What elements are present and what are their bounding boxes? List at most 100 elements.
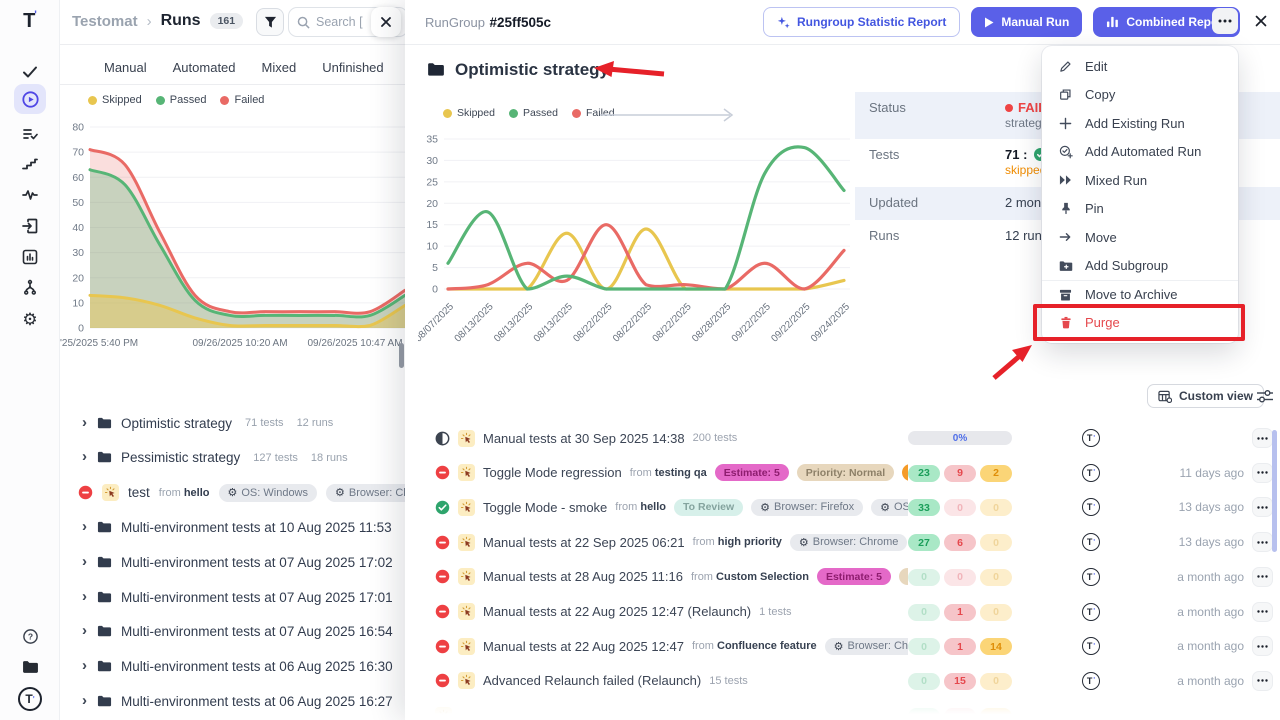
svg-text:09/22/2025: 09/22/2025 <box>769 301 812 344</box>
folder-icon <box>97 659 112 674</box>
skipped-count: 2 <box>980 465 1012 482</box>
pulse-activity-icon[interactable] <box>0 183 60 207</box>
tab-mixed[interactable]: Mixed <box>262 60 297 75</box>
run-row[interactable]: Manual tests at 30 Sep 2025 14:38200 tes… <box>405 427 1280 449</box>
menu-item-mixed-run[interactable]: Mixed Run <box>1042 166 1238 195</box>
left-list-folder-row[interactable]: ›Optimistic strategy71 tests12 runs <box>60 411 460 435</box>
left-list-folder-row[interactable]: ›Multi-environment tests at 07 Aug 2025 … <box>60 620 460 644</box>
panel-close-button[interactable] <box>1254 14 1268 28</box>
chevron-right-icon[interactable]: › <box>82 553 87 570</box>
menu-item-edit[interactable]: Edit <box>1042 52 1238 81</box>
legend-item-skipped[interactable]: Skipped <box>88 94 142 106</box>
chevron-right-icon[interactable]: › <box>82 588 87 605</box>
close-icon <box>1254 14 1268 28</box>
folder-icon <box>427 61 445 79</box>
left-list-run-row[interactable]: testfrom hello⚙OS: Windows⚙Browser: Chro… <box>60 481 460 505</box>
manual-run-button[interactable]: Manual Run <box>971 7 1082 37</box>
tests-check-icon[interactable] <box>0 60 60 84</box>
run-more-button[interactable] <box>1252 497 1273 517</box>
analytics-icon[interactable] <box>0 245 60 269</box>
legend-item-skipped[interactable]: Skipped <box>443 107 495 119</box>
breadcrumb: Testomat › Runs 161 <box>72 12 243 30</box>
gear-icon: ⚙ <box>228 486 238 499</box>
run-more-button[interactable] <box>1252 567 1273 587</box>
ellipsis-icon <box>1257 610 1268 613</box>
run-row[interactable]: Toggle Mode regressionfrom testing qaEst… <box>405 462 1280 484</box>
left-list-folder-row[interactable]: ›Multi-environment tests at 07 Aug 2025 … <box>60 585 460 609</box>
legend-item-passed[interactable]: Passed <box>156 94 207 106</box>
bar-chart-icon <box>1106 16 1119 28</box>
panel-scrollbar[interactable] <box>1272 430 1277 552</box>
check-plus-icon <box>1058 145 1073 159</box>
svg-text:30: 30 <box>426 155 438 167</box>
legend-item-failed[interactable]: Failed <box>220 94 264 106</box>
help-icon[interactable]: ? <box>0 624 60 648</box>
menu-item-move[interactable]: Move <box>1042 223 1238 252</box>
manual-test-icon <box>458 672 475 689</box>
breadcrumb-app[interactable]: Testomat <box>72 13 138 30</box>
runs-play-icon[interactable] <box>0 87 60 111</box>
profile-avatar-icon[interactable]: T' <box>0 686 60 712</box>
run-row[interactable]: Manual tests at 28 Aug 2025 11:16from Cu… <box>405 566 1280 588</box>
projects-folder-icon[interactable] <box>0 655 60 679</box>
menu-item-pin[interactable]: Pin <box>1042 195 1238 224</box>
settings-gear-icon[interactable]: ⚙ <box>0 308 60 332</box>
import-run-icon[interactable] <box>0 214 60 238</box>
tab-unfinished[interactable]: Unfinished <box>322 60 383 75</box>
branch-icon[interactable] <box>0 276 60 300</box>
manual-test-icon <box>458 464 475 481</box>
chevron-right-icon[interactable]: › <box>82 448 87 465</box>
search-clear-button[interactable] <box>371 7 401 37</box>
run-more-button[interactable] <box>1252 428 1273 448</box>
plus-icon <box>1058 117 1073 130</box>
left-column-scrollbar[interactable] <box>399 343 404 368</box>
svg-text:60: 60 <box>72 172 84 184</box>
milestones-steps-icon[interactable] <box>0 152 60 176</box>
legend-item-passed[interactable]: Passed <box>509 107 558 119</box>
rungroup-chart-legend: SkippedPassedFailed <box>443 107 615 119</box>
testomat-logo-icon[interactable]: T' <box>0 8 60 34</box>
left-list-folder-row[interactable]: ›Multi-environment tests at 06 Aug 2025 … <box>60 655 460 679</box>
copy-icon <box>1058 88 1073 101</box>
tab-automated[interactable]: Automated <box>173 60 236 75</box>
run-row[interactable]: Toggle Mode - smokefrom helloTo Review⚙B… <box>405 496 1280 518</box>
filter-button[interactable] <box>256 8 284 36</box>
rungroup-statistic-report-button[interactable]: Rungroup Statistic Report <box>763 7 960 37</box>
run-row[interactable]: Manual tests at 22 Aug 2025 12:47 (Relau… <box>405 601 1280 623</box>
run-more-button[interactable] <box>1252 671 1273 691</box>
run-row[interactable]: Manual tests at 22 Sep 2025 06:21from hi… <box>405 531 1280 553</box>
chevron-right-icon[interactable]: › <box>82 414 87 431</box>
run-row[interactable]: Advanced Relaunch failed (Relaunch)15 te… <box>405 670 1280 692</box>
run-updated-time: 11 days ago <box>1180 466 1245 480</box>
run-more-button[interactable] <box>1252 602 1273 622</box>
chevron-right-icon[interactable]: › <box>82 657 87 674</box>
ellipsis-icon <box>1257 471 1268 474</box>
chevron-right-icon[interactable]: › <box>82 692 87 709</box>
view-sliders-icon[interactable] <box>1256 388 1274 404</box>
run-more-button[interactable] <box>1252 532 1273 552</box>
avatar: T' <box>1082 637 1100 655</box>
manual-test-icon <box>458 430 475 447</box>
svg-text:40: 40 <box>72 222 84 234</box>
chevron-right-icon[interactable]: › <box>82 622 87 639</box>
panel-more-button[interactable] <box>1212 8 1238 34</box>
left-list-folder-row[interactable]: ›Multi-environment tests at 10 Aug 2025 … <box>60 515 460 539</box>
left-list-folder-row[interactable]: ›Multi-environment tests at 07 Aug 2025 … <box>60 550 460 574</box>
run-row[interactable]: Manual tests at 22 Aug 2025 12:47from Co… <box>405 635 1280 657</box>
run-more-button[interactable] <box>1252 636 1273 656</box>
tab-manual[interactable]: Manual <box>104 60 147 75</box>
menu-item-copy[interactable]: Copy <box>1042 81 1238 110</box>
group-title: Optimistic strategy <box>455 60 609 80</box>
chevron-right-icon[interactable]: › <box>82 518 87 535</box>
run-more-button[interactable] <box>1252 463 1273 483</box>
menu-item-add-existing-run[interactable]: Add Existing Run <box>1042 109 1238 138</box>
menu-item-add-automated-run[interactable]: Add Automated Run <box>1042 138 1238 167</box>
svg-text:10: 10 <box>72 297 84 309</box>
play-icon <box>984 17 994 28</box>
test-plans-icon[interactable] <box>0 122 60 146</box>
menu-item-add-subgroup[interactable]: Add Subgroup <box>1042 252 1238 281</box>
left-list-folder-row[interactable]: ›Multi-environment tests at 06 Aug 2025 … <box>60 689 460 713</box>
custom-view-button[interactable]: Custom view <box>1147 384 1264 408</box>
left-list-folder-row[interactable]: ›Pessimistic strategy127 tests18 runs <box>60 446 460 470</box>
ellipsis-icon <box>1257 437 1268 440</box>
